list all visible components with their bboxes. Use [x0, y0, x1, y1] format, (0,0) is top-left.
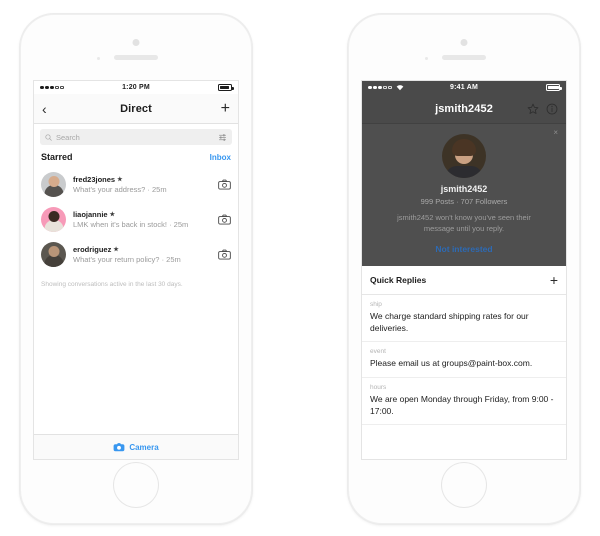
profile-username: jsmith2452 [440, 184, 488, 194]
quick-reply-item[interactable]: ship We charge standard shipping rates f… [362, 294, 566, 343]
star-icon: ★ [109, 211, 115, 218]
preview-text: What's your return policy? [73, 255, 160, 265]
proximity-sensor-icon [425, 57, 428, 60]
filter-sliders-icon[interactable] [218, 133, 227, 142]
quick-reply-shortcut: event [370, 348, 386, 356]
avatar [41, 172, 66, 197]
quick-reply-shortcut: ship [370, 300, 382, 308]
screen-left: 1:20 PM ‹ Direct + Search Starred Inbox … [34, 81, 238, 459]
star-icon: ★ [117, 176, 123, 183]
conversation-preview: What's your return policy? · 25m [73, 255, 211, 264]
conversation-row[interactable]: erodriguez ★ What's your return policy? … [34, 237, 238, 272]
star-outline-icon[interactable] [527, 103, 539, 115]
conversation-row[interactable]: fred23jones ★ What's your address? · 25m [34, 167, 238, 202]
status-signal [40, 85, 122, 90]
conversation-row[interactable]: liaojannie ★ LMK when it's back in stock… [34, 202, 238, 237]
quick-reply-text: We are open Monday through Friday, from … [370, 393, 554, 416]
back-button[interactable]: ‹ [42, 102, 47, 116]
quick-replies-title: Quick Replies [370, 274, 427, 285]
close-icon[interactable]: × [553, 129, 558, 137]
phone-left: 1:20 PM ‹ Direct + Search Starred Inbox … [20, 14, 252, 524]
avatar [442, 134, 486, 178]
profile-stats: 999 Posts · 707 Followers [420, 197, 508, 206]
status-time: 1:20 PM [122, 84, 150, 91]
preview-text: LMK when it's back in stock! [73, 220, 167, 230]
quick-reply-text: We charge standard shipping rates for ou… [370, 310, 529, 334]
add-quick-reply-button[interactable]: + [550, 273, 558, 287]
status-battery [150, 84, 234, 91]
camera-icon[interactable] [218, 179, 231, 190]
quick-reply-item[interactable]: event Please email us at groups@paint-bo… [362, 342, 566, 378]
earpiece-speaker [114, 55, 158, 60]
conversation-name-line: liaojannie ★ [73, 210, 211, 219]
status-battery [478, 84, 562, 91]
status-bar-left: 1:20 PM [34, 81, 238, 94]
quick-replies-list: ship We charge standard shipping rates f… [362, 294, 566, 426]
signal-dots-icon [368, 85, 392, 90]
camera-icon [113, 443, 125, 452]
preview-text: What's your address? [73, 185, 146, 195]
camera-icon[interactable] [218, 249, 231, 260]
preview-time: 25m [166, 255, 181, 265]
profile-notice: jsmith2452 won't know you've seen their … [397, 213, 531, 233]
quick-reply-text: Please email us at groups@paint-box.com. [370, 358, 533, 369]
conversation-text: fred23jones ★ What's your address? · 25m [73, 175, 211, 195]
preview-separator: · [147, 185, 150, 195]
signal-dots-icon [40, 85, 64, 90]
star-icon: ★ [113, 246, 119, 253]
quick-reply-shortcut: hours [370, 383, 387, 391]
preview-time: 25m [152, 185, 167, 195]
screenshot-stage: 1:20 PM ‹ Direct + Search Starred Inbox … [0, 0, 600, 536]
avatar [41, 207, 66, 232]
conversation-name-line: erodriguez ★ [73, 245, 211, 254]
conversation-preview: LMK when it's back in stock! · 25m [73, 220, 211, 229]
battery-icon [546, 84, 562, 91]
conversation-username: fred23jones [73, 174, 116, 184]
conversation-username: erodriguez [73, 244, 112, 254]
conversation-list: fred23jones ★ What's your address? · 25m [34, 167, 238, 272]
page-title: Direct [120, 102, 152, 115]
front-camera-icon [460, 39, 468, 46]
conversation-text: erodriguez ★ What's your return policy? … [73, 245, 211, 265]
camera-tab-bar[interactable]: Camera [34, 434, 238, 459]
inbox-link[interactable]: Inbox [210, 153, 231, 162]
wifi-icon [396, 85, 403, 91]
list-header-title: Starred [41, 152, 73, 162]
quick-reply-item[interactable]: hours We are open Monday through Friday,… [362, 377, 566, 426]
camera-icon[interactable] [218, 214, 231, 225]
avatar [41, 242, 66, 267]
camera-tab-label: Camera [129, 442, 159, 452]
search-area: Search [34, 124, 238, 150]
nav-bar-right: jsmith2452 [362, 94, 566, 124]
info-circle-icon[interactable] [546, 103, 558, 115]
nav-bar-left: ‹ Direct + [34, 94, 238, 124]
profile-overlay: × jsmith2452 999 Posts · 707 Followers j… [362, 124, 566, 266]
status-bar-right: 9:41 AM [362, 81, 566, 94]
preview-time: 25m [173, 220, 189, 230]
preview-separator: · [169, 220, 172, 230]
home-button[interactable] [114, 463, 158, 507]
proximity-sensor-icon [97, 57, 100, 60]
phone-right: 9:41 AM jsmith2452 × jsmith2452 999 Post… [348, 14, 580, 524]
screen-right: 9:41 AM jsmith2452 × jsmith2452 999 Post… [362, 81, 566, 459]
preview-separator: · [161, 255, 165, 265]
front-camera-icon [132, 39, 140, 46]
conversation-name-line: fred23jones ★ [73, 175, 211, 184]
new-message-button[interactable]: + [221, 100, 230, 117]
status-time: 9:41 AM [450, 84, 478, 91]
home-button[interactable] [442, 463, 486, 507]
search-input[interactable]: Search [40, 129, 232, 145]
conversation-username: liaojannie [73, 209, 108, 219]
list-header: Starred Inbox [34, 150, 238, 167]
conversation-preview: What's your address? · 25m [73, 185, 211, 194]
status-signal [368, 84, 450, 91]
conversation-text: liaojannie ★ LMK when it's back in stock… [73, 210, 211, 230]
not-interested-button[interactable]: Not interested [362, 244, 566, 254]
earpiece-speaker [442, 55, 486, 60]
quick-replies-header: Quick Replies + [362, 265, 566, 295]
battery-icon [218, 84, 234, 91]
list-footer-note: Showing conversations active in the last… [34, 272, 238, 288]
search-icon [45, 133, 52, 141]
search-placeholder: Search [56, 132, 80, 142]
